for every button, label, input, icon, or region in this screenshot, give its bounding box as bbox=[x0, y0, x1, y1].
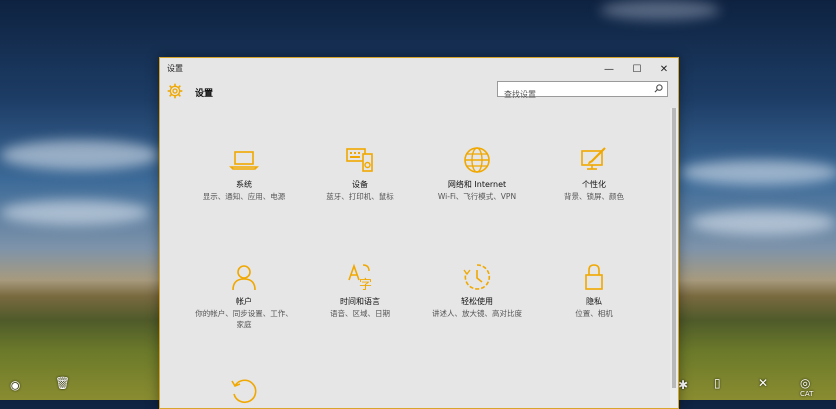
butterfly-icon[interactable]: ✕ bbox=[758, 376, 768, 390]
minimize-button[interactable]: — bbox=[595, 58, 623, 80]
svg-text:字: 字 bbox=[359, 278, 372, 292]
tile-label: 时间和语言 bbox=[340, 297, 380, 306]
tile-time-language[interactable]: 字 时间和语言 语音、区域、日期 bbox=[301, 262, 419, 319]
gear-icon bbox=[167, 83, 183, 99]
settings-window: 设置 — ☐ ✕ 设置 系统 显示、通知、应用、电源 bbox=[159, 57, 679, 409]
tile-description: 你的帐户、同步设置、工作、家庭 bbox=[195, 309, 293, 329]
close-button[interactable]: ✕ bbox=[650, 58, 678, 80]
laptop-icon bbox=[229, 151, 259, 170]
recycle-icon[interactable]: ◎ bbox=[800, 376, 810, 390]
tile-description: Wi-Fi、飞行模式、VPN bbox=[437, 192, 517, 201]
title-bar[interactable]: 设置 — ☐ ✕ bbox=[160, 58, 678, 80]
tile-description: 显示、通知、应用、电源 bbox=[202, 192, 286, 201]
scrollbar-thumb[interactable] bbox=[672, 108, 676, 388]
search-input[interactable] bbox=[498, 87, 650, 102]
tile-personalization[interactable]: 个性化 背景、锁屏、颜色 bbox=[535, 145, 653, 202]
tile-privacy[interactable]: 隐私 位置、相机 bbox=[535, 262, 653, 319]
minimize-icon: — bbox=[604, 63, 614, 75]
tile-accounts[interactable]: 帐户 你的帐户、同步设置、工作、家庭 bbox=[185, 262, 303, 330]
settings-header: 设置 bbox=[160, 80, 678, 108]
tile-description: 位置、相机 bbox=[575, 309, 613, 318]
tile-label: 设备 bbox=[352, 180, 368, 189]
scrollbar[interactable] bbox=[670, 108, 678, 408]
paint-icon bbox=[581, 147, 606, 170]
ipod-icon[interactable]: ▯ bbox=[714, 376, 721, 390]
maximize-button[interactable]: ☐ bbox=[623, 58, 651, 80]
tile-update[interactable] bbox=[185, 376, 303, 406]
cat-label: CAT bbox=[800, 390, 814, 398]
desktop-icons-left: ◉ 🗑 bbox=[0, 376, 100, 400]
trash-icon[interactable]: 🗑 bbox=[55, 376, 70, 390]
tile-label: 帐户 bbox=[236, 297, 252, 306]
person-icon bbox=[232, 265, 256, 291]
devices-icon bbox=[346, 148, 373, 172]
app-icon[interactable]: ✱ bbox=[678, 378, 688, 392]
tile-label: 隐私 bbox=[586, 297, 602, 306]
time-language-icon: 字 bbox=[348, 263, 372, 292]
refresh-icon bbox=[231, 379, 257, 403]
tile-system[interactable]: 系统 显示、通知、应用、电源 bbox=[185, 145, 303, 202]
tile-network[interactable]: 网络和 Internet Wi-Fi、飞行模式、VPN bbox=[418, 145, 536, 202]
cloud bbox=[680, 160, 836, 185]
cloud bbox=[600, 0, 720, 20]
tile-description: 讲述人、放大镜、高对比度 bbox=[432, 309, 522, 318]
tile-ease-of-access[interactable]: 轻松使用 讲述人、放大镜、高对比度 bbox=[418, 262, 536, 319]
desktop-icons-right: ✱ ▯ ✕ ◎ CAT bbox=[676, 376, 836, 400]
tile-label: 轻松使用 bbox=[461, 297, 493, 306]
cloud bbox=[0, 200, 150, 225]
tile-description: 语音、区域、日期 bbox=[330, 309, 390, 318]
cloud bbox=[0, 140, 160, 170]
tile-label: 个性化 bbox=[582, 180, 606, 189]
page-title: 设置 bbox=[195, 89, 214, 99]
tile-description: 蓝牙、打印机、鼠标 bbox=[326, 192, 394, 201]
tile-label: 系统 bbox=[236, 180, 252, 189]
globe-icon bbox=[464, 147, 490, 173]
search-box[interactable] bbox=[497, 81, 668, 102]
tile-description: 背景、锁屏、颜色 bbox=[564, 192, 624, 201]
search-icon[interactable] bbox=[654, 84, 663, 93]
tile-devices[interactable]: 设备 蓝牙、打印机、鼠标 bbox=[301, 145, 419, 202]
window-title: 设置 bbox=[167, 64, 183, 73]
maximize-icon: ☐ bbox=[632, 63, 642, 75]
cloud bbox=[690, 210, 836, 235]
ease-of-access-icon bbox=[463, 264, 491, 290]
tile-label: 网络和 Internet bbox=[447, 180, 507, 189]
close-icon: ✕ bbox=[659, 63, 669, 75]
eye-icon[interactable]: ◉ bbox=[10, 378, 20, 392]
lock-icon bbox=[585, 264, 603, 290]
